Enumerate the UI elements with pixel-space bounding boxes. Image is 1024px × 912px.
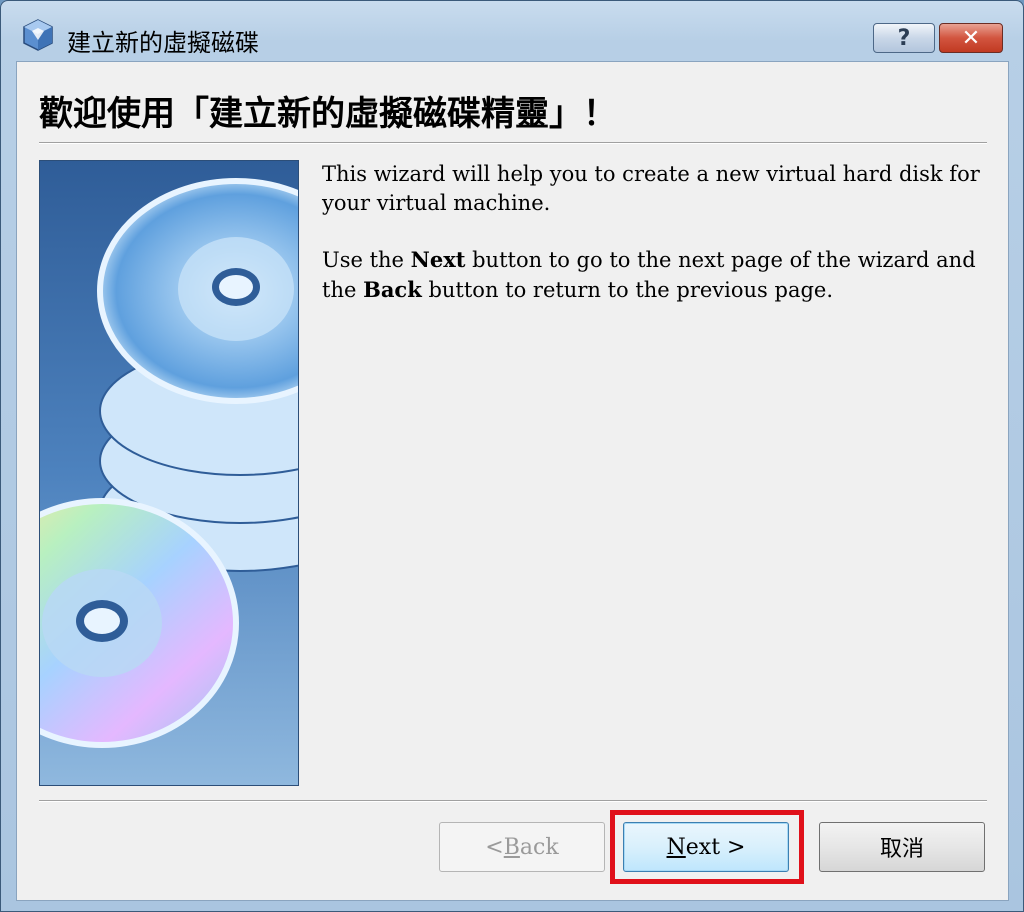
close-icon: ✕ [961, 25, 981, 51]
footer-divider [39, 800, 987, 802]
virtualbox-cube-icon [23, 19, 53, 51]
nav-next-word: Next [410, 247, 466, 272]
close-button[interactable]: ✕ [939, 23, 1003, 53]
back-mnemonic: B [503, 834, 520, 860]
disk-stack-illustration [39, 160, 299, 786]
help-icon: ? [897, 25, 911, 51]
wizard-page: 歡迎使用「建立新的虛擬磁碟精靈」！ This wizard will help … [16, 61, 1009, 901]
wizard-description: This wizard will help you to create a ne… [322, 160, 1002, 332]
wizard-window: 建立新的虛擬磁碟 ? ✕ 歡迎使用「建立新的虛擬磁碟精靈」！ This wiza… [0, 0, 1024, 912]
next-button[interactable]: Next > [623, 822, 789, 872]
back-button[interactable]: < Back [439, 822, 605, 872]
help-button[interactable]: ? [873, 23, 935, 53]
cancel-label: 取消 [879, 837, 924, 862]
cancel-button[interactable]: 取消 [819, 822, 985, 872]
window-title: 建立新的虛擬磁碟 [67, 29, 259, 57]
next-label: ext > [685, 834, 746, 860]
next-mnemonic: N [666, 834, 686, 860]
nav-text-1: Use the [322, 248, 411, 272]
header-divider [39, 142, 987, 144]
page-title: 歡迎使用「建立新的虛擬磁碟精靈」！ [39, 94, 617, 134]
title-bar[interactable]: 建立新的虛擬磁碟 ? ✕ [1, 1, 1023, 61]
intro-paragraph: This wizard will help you to create a ne… [322, 162, 980, 215]
back-label: ack [519, 834, 559, 860]
back-prefix: < [485, 834, 504, 860]
nav-back-word: Back [363, 277, 422, 302]
nav-text-3: button to return to the previous page. [421, 278, 834, 302]
navigation-paragraph: Use the Next button to go to the next pa… [322, 245, 1002, 305]
